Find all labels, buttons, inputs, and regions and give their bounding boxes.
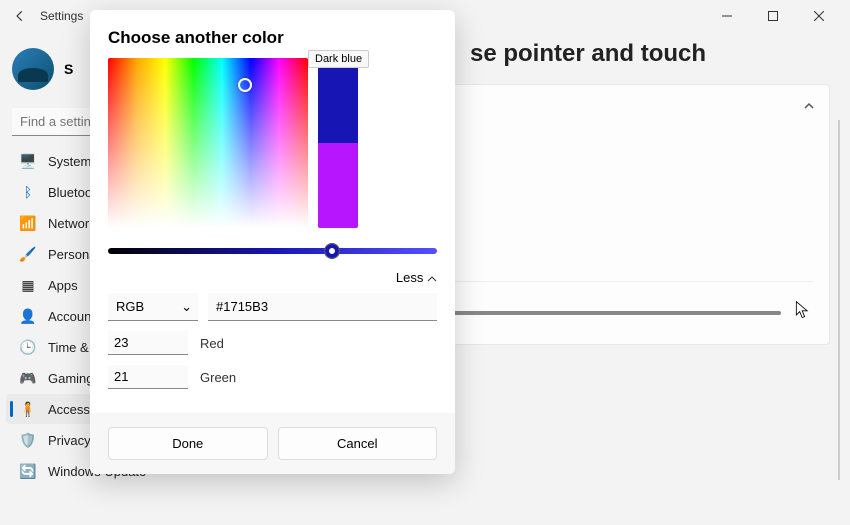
value-slider[interactable] (108, 242, 437, 260)
close-button[interactable] (796, 0, 842, 32)
large-cursor-icon (793, 298, 813, 328)
dialog-title: Choose another color (108, 28, 437, 48)
color-tooltip: Dark blue (308, 50, 369, 68)
red-input[interactable] (108, 331, 188, 355)
minimize-icon (722, 11, 732, 21)
color-field[interactable] (108, 58, 308, 228)
green-input[interactable] (108, 365, 188, 389)
gaming-icon: 🎮 (20, 370, 36, 386)
color-mode-select[interactable]: RGB (108, 293, 198, 321)
collapse-button[interactable] (803, 99, 815, 117)
page-title: se pointer and touch (470, 40, 830, 68)
value-track (108, 248, 437, 254)
network-icon: 📶 (20, 215, 36, 231)
arrow-left-icon (13, 9, 27, 23)
bluetooth-icon: ᛒ (20, 184, 36, 200)
system-icon: 🖥️ (20, 153, 36, 169)
apps-icon: ▦ (20, 277, 36, 293)
color-preview (318, 58, 358, 228)
avatar (12, 48, 54, 90)
scrollbar[interactable] (838, 120, 840, 480)
value-thumb[interactable] (324, 243, 340, 259)
personalization-icon: 🖌️ (20, 246, 36, 262)
less-toggle[interactable]: Less (396, 270, 437, 285)
color-picker-dialog: Choose another color Dark blue Less RGB … (90, 10, 455, 474)
maximize-button[interactable] (750, 0, 796, 32)
sidebar-item-label: Apps (48, 278, 78, 293)
accounts-icon: 👤 (20, 308, 36, 324)
close-icon (814, 11, 824, 21)
green-label: Green (200, 370, 236, 385)
chevron-up-icon (427, 274, 437, 284)
less-label: Less (396, 270, 423, 285)
hex-input[interactable] (208, 293, 437, 321)
accessibility-icon: 🧍 (20, 401, 36, 417)
sidebar-item-label: Network (48, 216, 96, 231)
mode-label: RGB (116, 299, 144, 314)
preview-current (318, 58, 358, 143)
cancel-button[interactable]: Cancel (278, 427, 438, 460)
maximize-icon (768, 11, 778, 21)
done-button[interactable]: Done (108, 427, 268, 460)
sidebar-item-label: System (48, 154, 91, 169)
sidebar-item-label: Privacy (48, 433, 91, 448)
active-indicator (10, 401, 13, 417)
minimize-button[interactable] (704, 0, 750, 32)
color-field-thumb[interactable] (238, 78, 252, 92)
sidebar-item-label: Gaming (48, 371, 94, 386)
time-icon: 🕒 (20, 339, 36, 355)
privacy-icon: 🛡️ (20, 432, 36, 448)
red-label: Red (200, 336, 224, 351)
back-button[interactable] (8, 4, 32, 28)
app-title: Settings (40, 9, 83, 23)
preview-previous (318, 143, 358, 228)
update-icon: 🔄 (20, 463, 36, 479)
chevron-up-icon (803, 100, 815, 112)
profile-name: S (64, 61, 73, 77)
